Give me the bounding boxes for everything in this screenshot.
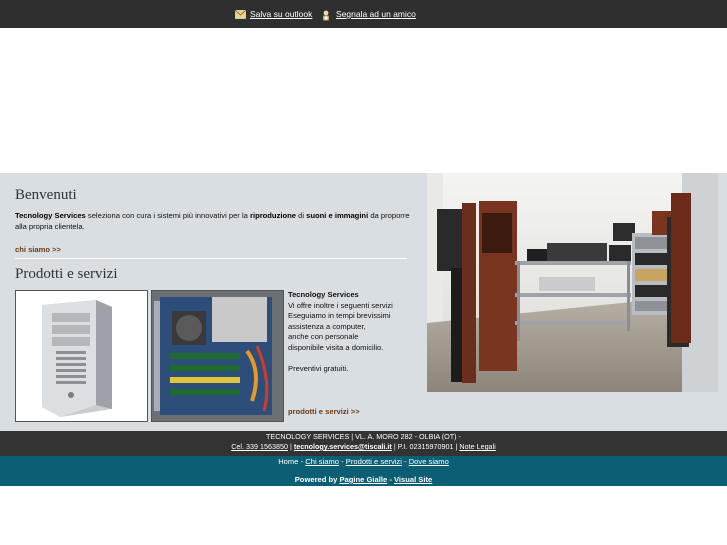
prodotti-servizi-arrow: >> [350, 407, 360, 416]
report-friend-link[interactable]: Segnala ad un amico [321, 9, 416, 20]
chi-siamo-link[interactable]: chi siamo >> [15, 245, 61, 254]
nav-home[interactable]: Home [278, 457, 298, 466]
prodotti-servizi-label: prodotti e servizi [288, 407, 349, 416]
services-line: Vi offre inoltre i seguenti servizi [288, 300, 393, 310]
footer-address: TECNOLOGY SERVICES | VL. A. MORO 282 - O… [266, 432, 461, 441]
friend-icon [321, 10, 332, 20]
chi-siamo-label: chi siamo [15, 245, 51, 254]
powered-by: Powered by Pagine Gialle - Visual Site [0, 475, 727, 484]
footer-contacts: Cel. 339 1563850 | tecnology.services@ti… [0, 442, 727, 452]
footer-piva: | P.I. 02315970901 | [393, 442, 458, 451]
nav-sep: - [404, 457, 407, 466]
footer-nav: Home - Chi siamo - Prodotti e servizi - … [0, 456, 727, 486]
footer-nav-links: Home - Chi siamo - Prodotti e servizi - … [0, 457, 727, 466]
save-outlook-label: Salva su outlook [250, 9, 313, 19]
nav-dove-siamo[interactable]: Dove siamo [409, 457, 449, 466]
footer-legal-link[interactable]: Note Legali [459, 442, 495, 451]
prodotti-servizi-link[interactable]: prodotti e servizi >> [288, 407, 360, 416]
nav-chi-siamo[interactable]: Chi siamo [305, 457, 339, 466]
welcome-title: Benvenuti [15, 187, 77, 203]
powered-dash: - [389, 475, 392, 484]
pagine-gialle-link[interactable]: Pagine Gialle [339, 475, 387, 484]
powered-label: Powered by [294, 475, 338, 484]
services-box-title: Tecnology Services [288, 290, 359, 299]
services-line: anche con personale [288, 332, 359, 342]
footer-sep: | [289, 442, 292, 451]
footer-info: TECNOLOGY SERVICES | VL. A. MORO 282 - O… [0, 431, 727, 456]
visual-site-link[interactable]: Visual Site [394, 475, 432, 484]
save-outlook-link[interactable]: Salva su outlook [235, 9, 312, 19]
pc-case-image[interactable] [15, 290, 148, 422]
nav-sep: - [341, 457, 344, 466]
welcome-text-2: di [298, 211, 305, 220]
services-box: Tecnology Services Vi offre inoltre i se… [288, 290, 413, 375]
pc-interior-image[interactable] [151, 290, 284, 422]
nav-sep: - [300, 457, 304, 466]
chi-siamo-arrow: >> [52, 245, 61, 254]
welcome-text: Tecnology Services seleziona con cura i … [15, 211, 410, 232]
hifi-photo [427, 173, 718, 392]
welcome-text-1: seleziona con cura i sistemi più innovat… [87, 211, 248, 220]
services-line: Preventivi gratuiti. [288, 364, 349, 374]
footer-phone-link[interactable]: Cel. 339 1563850 [231, 442, 288, 451]
section-divider [15, 258, 407, 259]
services-line: Eseguiamo in tempi brevissimi [288, 311, 391, 321]
footer-email-link[interactable]: tecnology.services@tiscali.it [294, 442, 392, 451]
services-spacer [288, 354, 413, 365]
welcome-bold-1: riproduzione [250, 211, 296, 220]
report-friend-label: Segnala ad un amico [336, 9, 416, 19]
welcome-brand: Tecnology Services [15, 211, 86, 220]
top-bar: Salva su outlook Segnala ad un amico [0, 0, 727, 28]
services-line: disponibile visita a domicilio. [288, 342, 384, 352]
welcome-bold-2: suoni e immagini [306, 211, 369, 220]
products-title: Prodotti e servizi [15, 266, 118, 282]
nav-prodotti[interactable]: Prodotti e servizi [346, 457, 402, 466]
services-line: assistenza a computer, [288, 321, 366, 331]
outlook-icon [235, 9, 246, 19]
